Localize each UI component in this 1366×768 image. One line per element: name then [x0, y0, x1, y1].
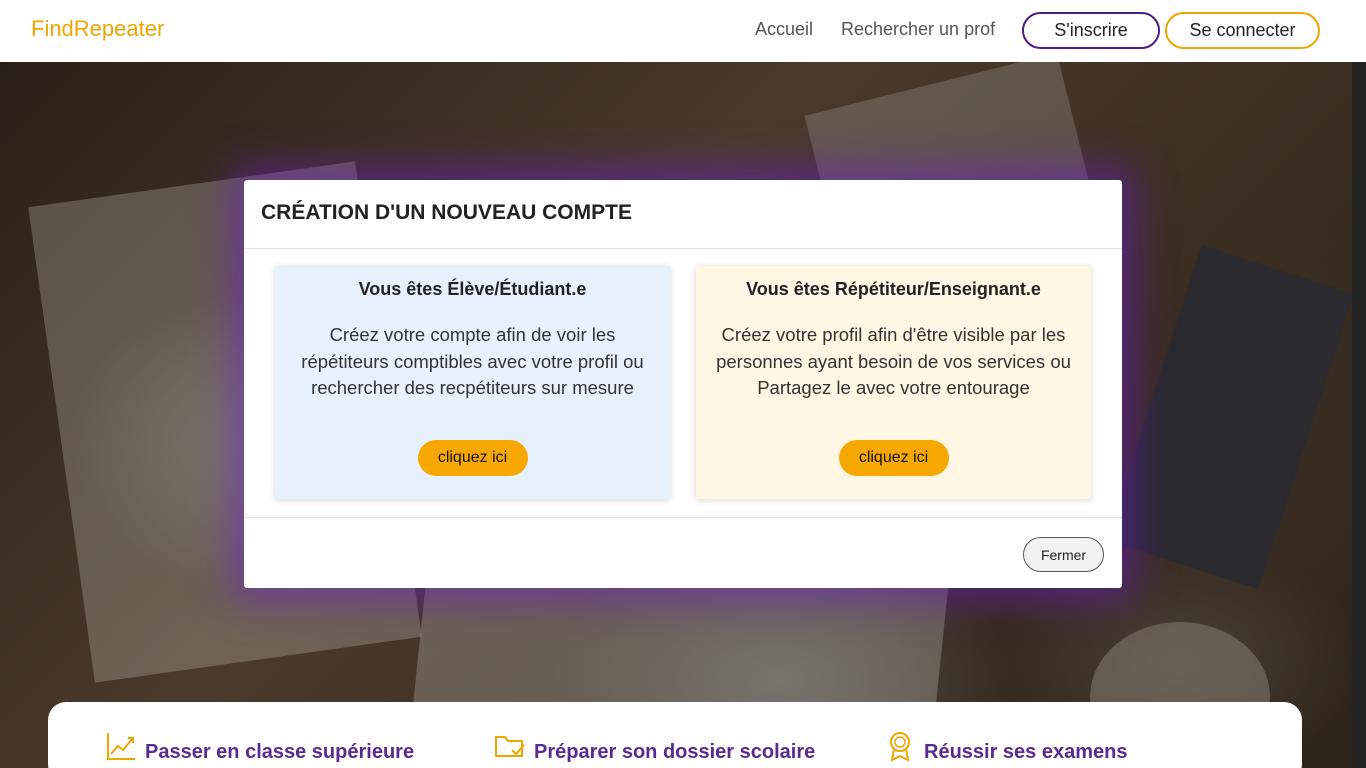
nav-link-accueil[interactable]: Accueil [755, 19, 813, 40]
create-account-modal: CRÉATION D'UN NOUVEAU COMPTE Vous êtes É… [244, 180, 1122, 588]
navbar: FindRepeater Accueil Rechercher un prof … [0, 0, 1366, 62]
teacher-signup-button[interactable]: cliquez ici [838, 440, 949, 476]
folder-check-icon [495, 736, 525, 757]
feature-label: Passer en classe supérieure [145, 740, 415, 763]
modal-title: CRÉATION D'UN NOUVEAU COMPTE [261, 201, 632, 224]
student-card-title: Vous êtes Élève/Étudiant.e [358, 279, 587, 299]
close-button[interactable]: Fermer [1023, 537, 1104, 572]
award-icon [890, 732, 910, 762]
brand-logo[interactable]: FindRepeater [31, 16, 164, 42]
feature-item: Réussir ses examens [884, 730, 1128, 763]
feature-item: Passer en classe supérieure [105, 730, 415, 763]
feature-item: Préparer son dossier scolaire [494, 730, 816, 763]
teacher-card-title: Vous êtes Répétiteur/Enseignant.e [746, 279, 1041, 299]
page-scrollbar[interactable] [1352, 62, 1366, 768]
student-card: Vous êtes Élève/Étudiant.e Créez votre c… [275, 266, 670, 499]
signup-button[interactable]: S'inscrire [1022, 12, 1160, 49]
modal-header: CRÉATION D'UN NOUVEAU COMPTE [244, 180, 1122, 249]
feature-label: Préparer son dossier scolaire [534, 740, 816, 763]
student-card-text: Créez votre compte afin de voir les répé… [301, 324, 644, 398]
login-button[interactable]: Se connecter [1165, 12, 1320, 49]
nav-link-search-teacher[interactable]: Rechercher un prof [841, 19, 995, 40]
student-signup-button[interactable]: cliquez ici [417, 440, 528, 476]
teacher-card: Vous êtes Répétiteur/Enseignant.e Créez … [696, 266, 1091, 499]
background-book [1106, 244, 1352, 590]
features-strip: Passer en classe supérieure Préparer son… [48, 702, 1302, 768]
modal-footer: Fermer [244, 517, 1122, 588]
chart-line-icon [107, 733, 135, 760]
teacher-card-text: Créez votre profil afin d'être visible p… [716, 324, 1071, 398]
feature-label: Réussir ses examens [924, 740, 1128, 763]
